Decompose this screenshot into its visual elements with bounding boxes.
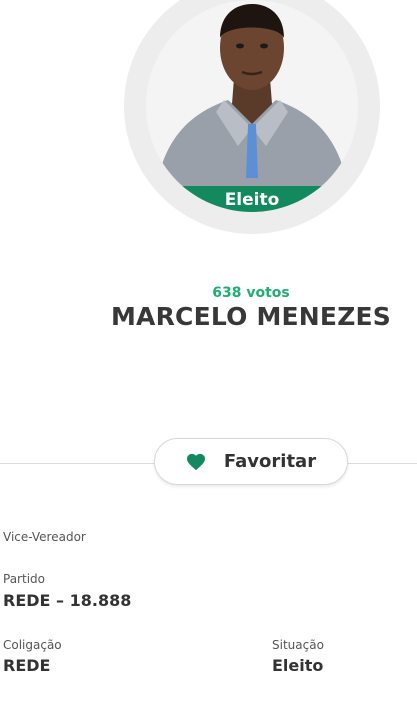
situation-value: Eleito <box>272 656 324 675</box>
party-label: Partido <box>3 572 45 586</box>
coalition-value: REDE <box>3 656 51 675</box>
candidate-photo: Eleito <box>146 0 358 212</box>
vote-count: 638 votos <box>212 285 290 301</box>
candidate-portrait <box>146 0 358 212</box>
party-value: REDE – 18.888 <box>3 591 132 610</box>
candidate-name: MARCELO MENEZES <box>110 302 392 331</box>
favorite-label: Favoritar <box>223 451 317 472</box>
heart-icon <box>186 453 205 470</box>
situation-label: Situação <box>272 638 324 652</box>
status-badge: Eleito <box>146 186 358 212</box>
candidate-role: Vice-Vereador <box>3 530 86 544</box>
coalition-label: Coligação <box>3 638 62 652</box>
favorite-button[interactable]: Favoritar <box>154 438 348 485</box>
